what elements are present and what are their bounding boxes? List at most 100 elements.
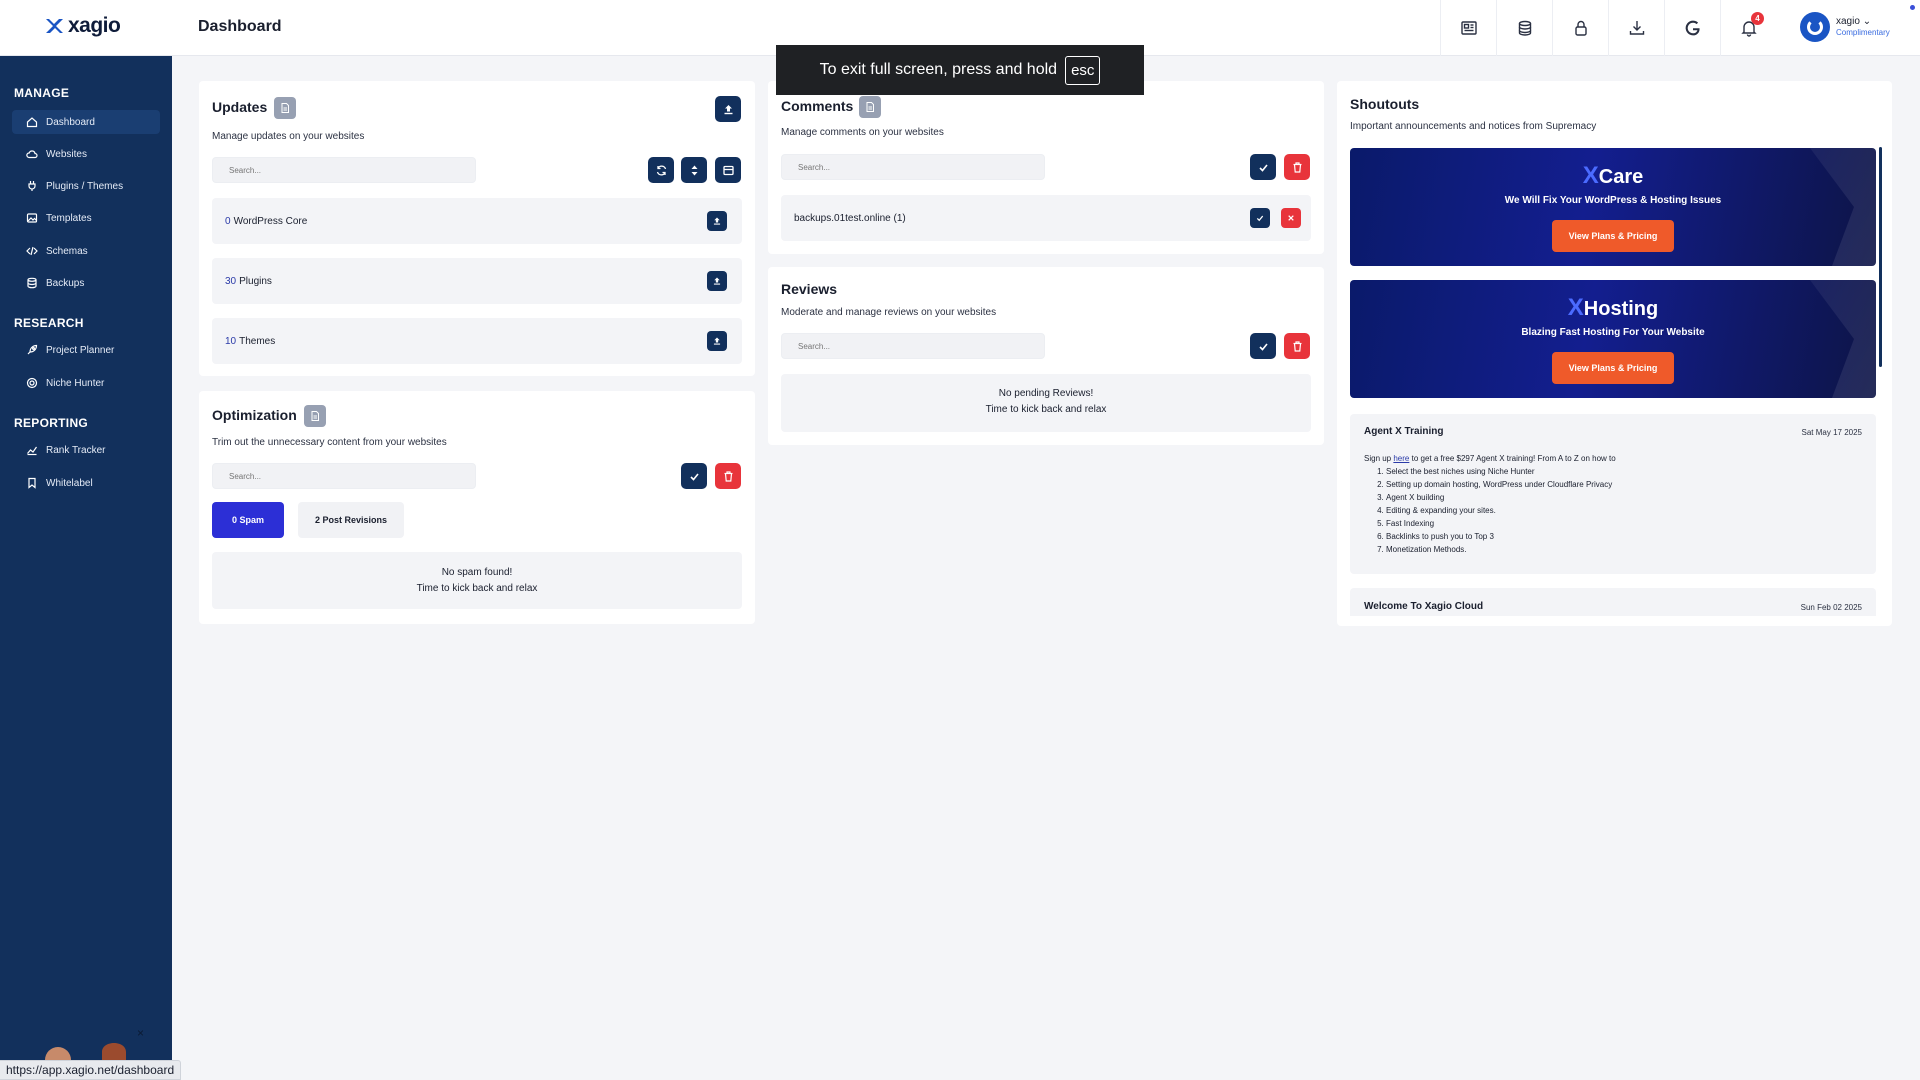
upload-icon — [713, 337, 721, 345]
comments-subtitle: Manage comments on your websites — [781, 127, 944, 138]
search-field[interactable] — [229, 165, 475, 175]
lock-icon[interactable] — [1552, 0, 1608, 56]
banner-x-mark: X — [1582, 162, 1599, 189]
xagio-logo[interactable]: xagio — [44, 14, 121, 38]
xhosting-banner[interactable]: XHosting Blazing Fast Hosting For Your W… — [1350, 280, 1876, 398]
sidebar-item-label: Schemas — [46, 245, 88, 257]
comment-row[interactable]: backups.01test.online (1) — [781, 195, 1311, 241]
download-icon[interactable] — [1608, 0, 1664, 56]
approve-all-comments-button[interactable] — [1250, 154, 1276, 180]
check-icon — [1258, 342, 1268, 351]
tab-spam[interactable]: 0 Spam — [212, 502, 284, 538]
trash-icon — [1293, 340, 1301, 352]
xcare-banner[interactable]: XCare We Will Fix Your WordPress & Hosti… — [1350, 148, 1876, 266]
update-row-themes[interactable]: 10 Themes — [212, 318, 742, 364]
sidebar-item-label: Websites — [46, 148, 87, 160]
sidebar-item-project-planner[interactable]: Project Planner — [12, 338, 160, 362]
sidebar-item-label: Whitelabel — [46, 477, 93, 489]
plug-icon — [28, 181, 36, 191]
sidebar-item-niche-hunter[interactable]: Niche Hunter — [12, 371, 160, 395]
list-item: Setting up domain hosting, WordPress und… — [1386, 478, 1854, 491]
shoutout-post: Welcome To Xagio Cloud Sun Feb 02 2025 — [1350, 588, 1876, 616]
brand-name: xagio — [68, 14, 121, 37]
delete-button[interactable] — [715, 463, 741, 489]
approve-button[interactable] — [681, 463, 707, 489]
sidebar-item-schemas[interactable]: Schemas — [12, 239, 160, 263]
optimization-search-input[interactable] — [212, 463, 476, 489]
sort-button[interactable] — [681, 157, 707, 183]
update-plugins-button[interactable] — [707, 271, 727, 291]
updates-card: Updates Manage updates on your websites … — [199, 81, 755, 376]
close-icon — [1288, 215, 1294, 221]
database-icon — [27, 277, 37, 289]
document-icon[interactable] — [274, 97, 296, 119]
sidebar-item-label: Rank Tracker — [46, 444, 106, 456]
document-icon[interactable] — [304, 405, 326, 427]
signup-link[interactable]: here — [1393, 454, 1409, 463]
top-icon-bar: 4 — [1440, 0, 1776, 56]
search-field[interactable] — [798, 341, 1044, 351]
comments-search-input[interactable] — [781, 154, 1045, 180]
target-icon — [26, 377, 38, 389]
sidebar-item-plugins-themes[interactable]: Plugins / Themes — [12, 174, 160, 198]
view-plans-pricing-button[interactable]: View Plans & Pricing — [1552, 352, 1674, 384]
google-icon[interactable] — [1664, 0, 1720, 56]
empty-message: Time to kick back and relax — [416, 583, 538, 594]
page-title: Dashboard — [198, 18, 282, 35]
sidebar-item-label: Backups — [46, 277, 85, 289]
coins-icon[interactable] — [1496, 0, 1552, 56]
upload-icon — [713, 277, 721, 285]
update-count: 0 — [225, 215, 231, 227]
post-title: Agent X Training — [1364, 426, 1444, 437]
update-label: Plugins — [239, 275, 272, 287]
post-intro: Sign up — [1364, 454, 1394, 463]
update-count: 10 — [225, 335, 237, 347]
sidebar-item-label: Project Planner — [46, 344, 115, 356]
rocket-icon — [27, 344, 38, 355]
approve-comment-button[interactable] — [1250, 208, 1270, 228]
search-field[interactable] — [798, 162, 1044, 172]
shoutout-post: Agent X Training Sat May 17 2025 Sign up… — [1350, 414, 1876, 574]
optimization-subtitle: Trim out the unnecessary content from yo… — [212, 437, 447, 448]
sidebar-item-templates[interactable]: Templates — [12, 206, 160, 230]
sidebar-item-websites[interactable]: Websites — [12, 142, 160, 166]
banner-subtitle: We Will Fix Your WordPress & Hosting Iss… — [1504, 195, 1722, 206]
bell-icon[interactable]: 4 — [1720, 0, 1776, 56]
approve-all-reviews-button[interactable] — [1250, 333, 1276, 359]
reviews-search-input[interactable] — [781, 333, 1045, 359]
update-all-button[interactable] — [715, 96, 741, 122]
newspaper-icon[interactable] — [1440, 0, 1496, 56]
update-wordpress-core-button[interactable] — [707, 211, 727, 231]
search-field[interactable] — [229, 471, 475, 481]
update-row-plugins[interactable]: 30 Plugins — [212, 258, 742, 304]
delete-all-comments-button[interactable] — [1284, 154, 1310, 180]
sidebar-item-label: Templates — [46, 212, 92, 224]
spam-empty-state: No spam found! Time to kick back and rel… — [212, 552, 742, 609]
empty-title: No pending Reviews! — [998, 388, 1094, 399]
check-icon — [1256, 215, 1264, 222]
user-menu[interactable]: xagio ⌄ Complimentary — [1800, 12, 1890, 42]
upload-icon — [724, 104, 732, 114]
update-themes-button[interactable] — [707, 331, 727, 351]
refresh-button[interactable] — [648, 157, 674, 183]
update-row-wordpress-core[interactable]: 0 WordPress Core — [212, 198, 742, 244]
sidebar-item-whitelabel[interactable]: Whitelabel — [12, 471, 160, 495]
post-date: Sun Feb 02 2025 — [1800, 603, 1862, 612]
sidebar-item-rank-tracker[interactable]: Rank Tracker — [12, 438, 160, 462]
sidebar-item-dashboard[interactable]: Dashboard — [12, 110, 160, 134]
delete-all-reviews-button[interactable] — [1284, 333, 1310, 359]
view-plans-pricing-button[interactable]: View Plans & Pricing — [1552, 220, 1674, 252]
training-topics-list: Select the best niches using Niche Hunte… — [1364, 465, 1854, 556]
comments-title: Comments — [781, 98, 854, 114]
tab-post-revisions[interactable]: 2 Post Revisions — [298, 502, 404, 538]
document-icon[interactable] — [859, 96, 881, 118]
shoutouts-scrollbar[interactable] — [1879, 147, 1882, 367]
notification-count-badge: 4 — [1751, 12, 1764, 25]
updates-search-input[interactable] — [212, 157, 476, 183]
sidebar-item-label: Dashboard — [46, 116, 95, 128]
reject-comment-button[interactable] — [1281, 208, 1301, 228]
toast-text: To exit full screen, press and hold — [819, 61, 1058, 78]
archive-button[interactable] — [715, 157, 741, 183]
sidebar-item-backups[interactable]: Backups — [12, 271, 160, 295]
optimization-title: Optimization — [212, 407, 297, 423]
